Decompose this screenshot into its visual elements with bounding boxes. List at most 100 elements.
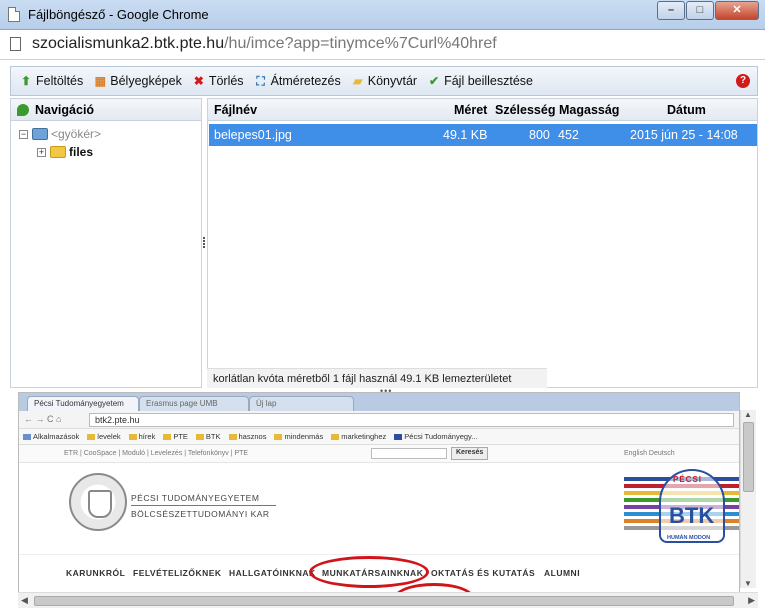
folder-add-icon: ▰ <box>353 74 363 88</box>
url-path: /hu/imce?app=tinymce%7Curl%40href <box>224 35 497 52</box>
logo-top-text: PÉCSI <box>673 475 703 484</box>
page-icon <box>8 7 20 22</box>
status-bar: korlátlan kvóta méretből 1 fájl használ … <box>207 368 547 388</box>
preview-browser-tabs: Pécsi Tudományegyetem Erasmus page UMB Ú… <box>19 393 739 411</box>
navigation-title: Navigáció <box>35 102 95 117</box>
delete-button[interactable]: ✖ Törlés <box>192 74 244 88</box>
close-button[interactable]: ✕ <box>715 1 759 20</box>
navigation-panel: Navigáció − <gyökér> + files <box>10 98 202 388</box>
preview-address-bar: ← → C ⌂ btk2.pte.hu <box>19 411 739 429</box>
thumbnails-label: Bélyegképek <box>110 74 182 88</box>
btk-logo: PÉCSI BTK HUMÁN MODON <box>659 469 725 543</box>
preview-university: PÉCSI TUDOMÁNYEGYETEM <box>131 493 260 503</box>
file-width: 800 <box>529 128 550 142</box>
bookmark: mindenmás <box>274 432 323 441</box>
root-label[interactable]: <gyökér> <box>51 127 101 141</box>
bookmark: BTK <box>195 432 221 441</box>
bookmark: marketinghez <box>331 432 386 441</box>
new-folder-button[interactable]: ▰ Könyvtár <box>351 74 417 88</box>
bookmark: hasznos <box>228 432 266 441</box>
preview-bookmarks: Alkalmazások levelek hírek PTE BTK haszn… <box>19 429 739 445</box>
insert-file-button[interactable]: ✔ Fájl beillesztése <box>427 74 533 88</box>
logo-main-text: BTK <box>669 503 715 528</box>
preview-nav-arrows: ← → C ⌂ <box>24 414 62 424</box>
preview-site-topbar: ETR | CooSpace | Moduló | Levelezés | Te… <box>19 445 739 463</box>
help-icon[interactable]: ? <box>736 74 750 88</box>
thumbnails-icon: ▦ <box>94 74 106 88</box>
tree-folder-files[interactable]: + files <box>37 145 93 159</box>
folder-label[interactable]: files <box>69 145 93 159</box>
resize-icon: ⛶ <box>256 74 265 88</box>
upload-label: Feltöltés <box>36 74 84 88</box>
maximize-button[interactable]: □ <box>686 1 714 20</box>
file-date: 2015 jún 25 - 14:08 <box>630 128 738 142</box>
resize-button[interactable]: ⛶ Átméretezés <box>254 74 341 88</box>
bookmark: Pécsi Tudományegy... <box>394 432 478 441</box>
file-list-header: Fájlnév Méret Szélesség Magasság Dátum <box>208 99 757 121</box>
scroll-right-icon[interactable]: ▶ <box>748 595 755 606</box>
new-folder-label: Könyvtár <box>367 74 418 88</box>
preview-search-button: Keresés <box>451 447 489 460</box>
bookmark: Alkalmazások <box>23 432 79 441</box>
delete-icon: ✖ <box>193 74 204 88</box>
highlight-circle <box>309 556 429 588</box>
file-name: belepes01.jpg <box>214 128 292 142</box>
insert-file-label: Fájl beillesztése <box>444 74 534 88</box>
upload-button[interactable]: ⬆ Feltöltés <box>19 74 83 88</box>
preview-search-box <box>371 448 447 459</box>
scroll-up-icon[interactable]: ▲ <box>744 410 752 419</box>
logo-bottom-text: HUMÁN MODON <box>667 535 711 541</box>
root-folder-icon <box>32 128 48 140</box>
column-width[interactable]: Szélesség <box>495 103 555 117</box>
preview-divider <box>131 505 276 506</box>
preview-tab: Új lap <box>249 396 354 411</box>
preview-tab: Erasmus page UMB <box>139 396 249 411</box>
bookmark: hírek <box>128 432 155 441</box>
insert-file-icon: ✔ <box>429 74 440 88</box>
file-height: 452 <box>558 128 579 142</box>
preview-languages: English Deutsch <box>624 450 675 457</box>
bookmark: levelek <box>87 432 121 441</box>
collapse-icon[interactable]: − <box>19 129 28 139</box>
column-height[interactable]: Magasság <box>559 103 619 117</box>
thumbnails-button[interactable]: ▦ Bélyegképek <box>93 74 182 88</box>
tree-icon <box>17 103 29 116</box>
preview-menu-item: OKTATÁS ÉS KUTATÁS <box>431 568 536 578</box>
url-text[interactable]: szocialismunka2.btk.pte.hu/hu/imce?app=t… <box>32 35 497 53</box>
preview-banner: PÉCSI TUDOMÁNYEGYETEM BÖLCSÉSZETTUDOMÁNY… <box>19 463 739 555</box>
horizontal-scrollbar[interactable]: ◀ ▶ <box>18 592 758 608</box>
preview-menu-item: HALLGATÓINKNAK <box>229 568 316 578</box>
image-preview: Pécsi Tudományegyetem Erasmus page UMB Ú… <box>18 392 740 598</box>
preview-faculty: BÖLCSÉSZETTUDOMÁNYI KAR <box>131 509 270 519</box>
column-date[interactable]: Dátum <box>667 103 706 117</box>
page-icon <box>10 37 21 51</box>
preview-top-links: ETR | CooSpace | Moduló | Levelezés | Te… <box>64 450 249 457</box>
navigation-header: Navigáció <box>11 99 201 121</box>
window-title: Fájlböngésző - Google Chrome <box>28 7 209 22</box>
file-size: 49.1 KB <box>443 128 488 142</box>
scroll-left-icon[interactable]: ◀ <box>21 595 28 606</box>
delete-label: Törlés <box>208 74 244 88</box>
tree-root[interactable]: − <gyökér> <box>19 127 101 141</box>
folder-icon <box>50 146 66 158</box>
file-list: Fájlnév Méret Szélesség Magasság Dátum b… <box>207 98 758 388</box>
vertical-scrollbar[interactable]: ▲ ▼ <box>740 410 756 588</box>
address-bar[interactable]: szocialismunka2.btk.pte.hu/hu/imce?app=t… <box>0 30 765 60</box>
resize-label: Átméretezés <box>270 74 341 88</box>
column-name[interactable]: Fájlnév <box>214 103 257 117</box>
imce-toolbar: ⬆ Feltöltés ▦ Bélyegképek ✖ Törlés ⛶ Átm… <box>10 66 758 96</box>
column-size[interactable]: Méret <box>454 103 487 117</box>
bookmark: PTE <box>163 432 188 441</box>
preview-tab: Pécsi Tudományegyetem <box>27 396 139 411</box>
preview-url: btk2.pte.hu <box>89 413 734 427</box>
upload-icon: ⬆ <box>20 74 32 88</box>
file-row[interactable]: belepes01.jpg 49.1 KB 800 452 2015 jún 2… <box>209 124 757 146</box>
preview-menu-item: FELVÉTELIZŐKNEK <box>133 568 222 578</box>
scroll-down-icon[interactable]: ▼ <box>744 579 752 588</box>
preview-menu-item: KARUNKRÓL <box>66 568 126 578</box>
window-titlebar: Fájlböngésző - Google Chrome – □ ✕ <box>0 0 765 30</box>
minimize-button[interactable]: – <box>657 1 685 20</box>
expand-icon[interactable]: + <box>37 147 46 157</box>
scroll-thumb[interactable] <box>743 422 754 492</box>
scroll-thumb[interactable] <box>34 596 734 606</box>
